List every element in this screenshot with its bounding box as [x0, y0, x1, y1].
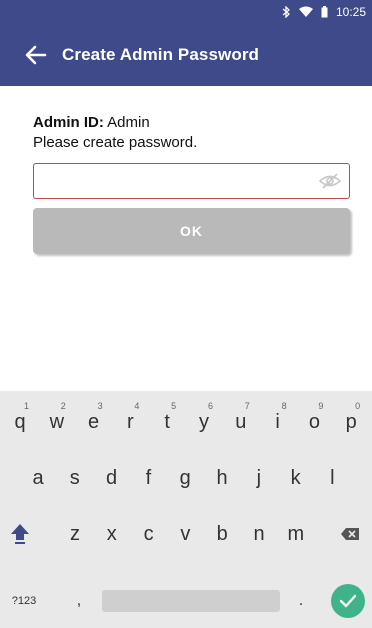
app-bar: Create Admin Password — [0, 24, 372, 86]
key-label: d — [106, 466, 118, 489]
space-key[interactable] — [102, 590, 280, 612]
backspace-icon — [341, 528, 359, 540]
key-label: i — [275, 410, 280, 433]
key-label: u — [235, 410, 247, 433]
status-time: 10:25 — [335, 5, 366, 19]
key-j[interactable]: j — [241, 453, 277, 503]
key-e[interactable]: e3 — [76, 397, 112, 447]
key-number-hint: 7 — [244, 401, 250, 411]
key-number-hint: 1 — [23, 401, 29, 411]
keyboard-row-3: z x c v b nm — [0, 509, 372, 563]
instruction-text: Please create password. — [33, 134, 198, 151]
check-icon — [339, 594, 357, 608]
key-label: x — [106, 522, 117, 545]
key-u[interactable]: u7 — [223, 397, 259, 447]
admin-id-row: Admin ID: Admin — [33, 114, 150, 131]
key-number-hint: 6 — [207, 401, 213, 411]
key-l[interactable]: l — [314, 453, 350, 503]
form-area: Admin ID: Admin Please create password. … — [0, 86, 372, 391]
key-y[interactable]: y6 — [186, 397, 222, 447]
key-o[interactable]: o9 — [296, 397, 332, 447]
key-label: y — [199, 410, 209, 433]
keyboard: q1w2e3r4t5y6u7i8o9p0 asdfghjkl zxcvbnm ?… — [0, 391, 372, 628]
key-label: f — [145, 466, 152, 489]
key-x[interactable]: x — [94, 509, 130, 559]
key-label: w — [49, 410, 65, 433]
status-bar: 10:25 — [0, 0, 372, 24]
ok-button[interactable]: OK — [33, 208, 350, 254]
arrow-left-icon — [25, 45, 47, 65]
key-n[interactable]: n — [241, 509, 277, 559]
key-d[interactable]: d — [94, 453, 130, 503]
shift-key[interactable] — [4, 509, 36, 559]
key-label: j — [256, 466, 262, 489]
key-number-hint: 5 — [171, 401, 177, 411]
password-field[interactable] — [33, 163, 350, 199]
period-key[interactable]: . — [286, 576, 316, 626]
key-label: n — [253, 522, 265, 545]
key-number-hint: 3 — [97, 401, 103, 411]
comma-key[interactable]: , — [64, 576, 94, 626]
key-v[interactable]: v — [167, 509, 203, 559]
eye-off-icon[interactable] — [319, 172, 341, 190]
key-label: q — [14, 410, 26, 433]
admin-id-label: Admin ID: — [33, 114, 104, 131]
key-number-hint: 2 — [60, 401, 66, 411]
admin-id-value: Admin — [107, 114, 150, 131]
backspace-key[interactable] — [334, 509, 366, 559]
keyboard-row-2: asdfghjkl — [0, 453, 372, 507]
key-t[interactable]: t5 — [149, 397, 185, 447]
key-label: g — [179, 466, 191, 489]
key-label: h — [216, 466, 228, 489]
key-k[interactable]: k — [278, 453, 314, 503]
enter-key[interactable] — [331, 584, 365, 618]
key-label: s — [69, 466, 80, 489]
key-label: e — [88, 410, 100, 433]
key-number-hint: 8 — [281, 401, 287, 411]
key-label: m — [287, 522, 305, 545]
key-label: r — [127, 410, 134, 433]
key-label: z — [70, 522, 80, 545]
shift-icon — [11, 524, 29, 544]
key-label: a — [32, 466, 44, 489]
key-a[interactable]: a — [20, 453, 56, 503]
key-s[interactable]: s — [57, 453, 93, 503]
key-f[interactable]: f — [130, 453, 166, 503]
key-r[interactable]: r4 — [112, 397, 148, 447]
bluetooth-icon — [281, 6, 291, 18]
key-number-hint: 9 — [318, 401, 324, 411]
password-input[interactable] — [42, 164, 312, 196]
key-label: c — [143, 522, 154, 545]
key-number-hint: 0 — [355, 401, 361, 411]
key-m[interactable]: m — [278, 509, 314, 559]
key-label: b — [216, 522, 228, 545]
wifi-icon — [298, 6, 313, 18]
key-z[interactable]: z — [57, 509, 93, 559]
key-label: o — [308, 410, 320, 433]
key-label: l — [330, 466, 335, 489]
key-w[interactable]: w2 — [39, 397, 75, 447]
key-h[interactable]: h — [204, 453, 240, 503]
battery-icon — [321, 6, 328, 18]
key-c[interactable]: c — [131, 509, 167, 559]
key-p[interactable]: p0 — [333, 397, 369, 447]
key-label: v — [180, 522, 191, 545]
page-title: Create Admin Password — [62, 45, 260, 64]
key-label: k — [290, 466, 301, 489]
key-label: t — [164, 410, 170, 433]
key-g[interactable]: g — [167, 453, 203, 503]
key-i[interactable]: i8 — [260, 397, 296, 447]
keyboard-row-1: q1w2e3r4t5y6u7i8o9p0 — [0, 397, 372, 451]
key-label: p — [345, 410, 357, 433]
key-q[interactable]: q1 — [2, 397, 38, 447]
symbols-key[interactable]: ?123 — [4, 576, 44, 626]
key-b[interactable]: b — [204, 509, 240, 559]
back-button[interactable] — [14, 33, 58, 77]
key-number-hint: 4 — [134, 401, 140, 411]
